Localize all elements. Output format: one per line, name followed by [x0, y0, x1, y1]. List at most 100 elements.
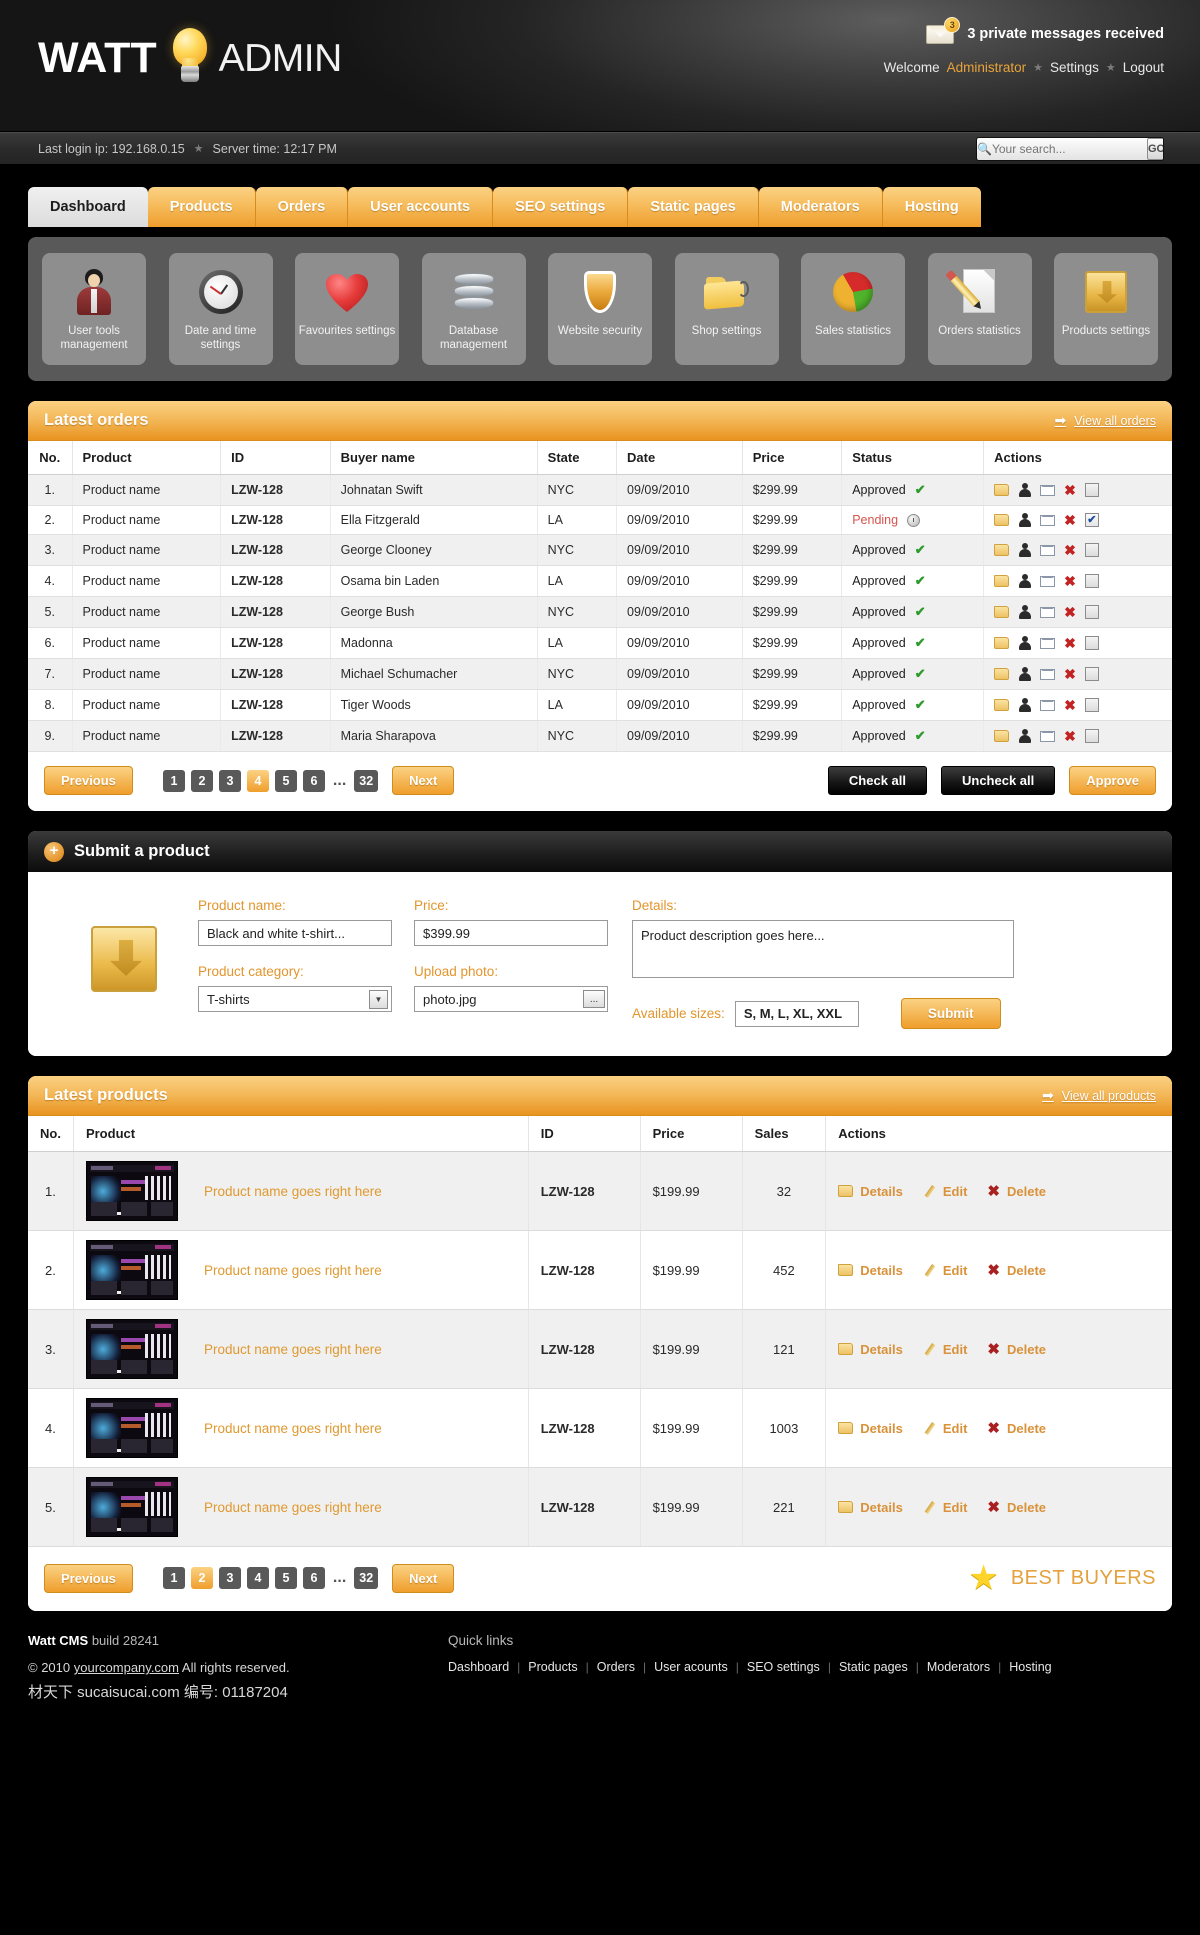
user-profile-icon[interactable]	[1018, 698, 1032, 712]
approve-button[interactable]: Approve	[1069, 766, 1156, 795]
send-mail-icon[interactable]	[1040, 484, 1056, 496]
delete-icon[interactable]: ✖	[1064, 636, 1076, 650]
delete-action[interactable]: ✖ Delete	[987, 1184, 1046, 1199]
footer-link-dashboard[interactable]: Dashboard	[448, 1660, 509, 1674]
page-4-button[interactable]: 4	[246, 1567, 269, 1589]
page-3-button[interactable]: 3	[218, 769, 241, 792]
details-action[interactable]: Details	[838, 1500, 903, 1515]
page-6-button[interactable]: 6	[302, 1567, 325, 1589]
row-checkbox[interactable]	[1084, 574, 1099, 588]
delete-icon[interactable]: ✖	[1064, 698, 1076, 712]
page-1-button[interactable]: 1	[162, 1567, 185, 1589]
row-checkbox[interactable]	[1084, 729, 1099, 743]
delete-action[interactable]: ✖ Delete	[987, 1263, 1046, 1278]
footer-link-seo-settings[interactable]: SEO settings	[747, 1660, 820, 1674]
delete-action[interactable]: ✖ Delete	[987, 1342, 1046, 1357]
details-action[interactable]: Details	[838, 1342, 903, 1357]
shortcut-shop-settings[interactable]: Shop settings	[674, 253, 779, 365]
tab-static-pages[interactable]: Static pages	[628, 187, 759, 227]
products-next-button[interactable]: Next	[392, 1563, 455, 1593]
delete-icon[interactable]: ✖	[1064, 483, 1076, 497]
user-profile-icon[interactable]	[1018, 636, 1032, 650]
details-textarea[interactable]: Product description goes here...	[632, 920, 1014, 978]
product-name-link[interactable]: Product name goes right here	[204, 1500, 382, 1515]
products-previous-button[interactable]: Previous	[44, 1563, 133, 1593]
shortcut-sales-statistics[interactable]: Sales statistics	[801, 253, 905, 365]
delete-icon[interactable]: ✖	[1064, 543, 1076, 557]
search-input[interactable]	[991, 142, 1147, 156]
row-checkbox[interactable]	[1084, 483, 1099, 497]
user-profile-icon[interactable]	[1018, 574, 1032, 588]
row-checkbox[interactable]	[1084, 636, 1099, 650]
product-name-link[interactable]: Product name goes right here	[204, 1421, 382, 1436]
delete-icon[interactable]: ✖	[1064, 574, 1076, 588]
row-checkbox[interactable]: ✔	[1084, 513, 1099, 527]
tab-hosting[interactable]: Hosting	[882, 187, 981, 227]
send-mail-icon[interactable]	[1040, 606, 1056, 618]
product-thumbnail[interactable]	[85, 1477, 178, 1537]
shortcut-database-management[interactable]: Database management	[421, 253, 526, 365]
delete-icon[interactable]: ✖	[1064, 605, 1076, 619]
edit-action[interactable]: Edit	[923, 1500, 968, 1515]
footer-link-user-acounts[interactable]: User acounts	[654, 1660, 728, 1674]
uncheck-all-button[interactable]: Uncheck all	[941, 766, 1056, 795]
product-name-link[interactable]: Product name goes right here	[204, 1184, 382, 1199]
details-folder-icon[interactable]	[994, 575, 1010, 587]
row-checkbox[interactable]	[1084, 605, 1099, 619]
page-5-button[interactable]: 5	[274, 769, 297, 792]
details-folder-icon[interactable]	[994, 668, 1010, 680]
row-checkbox[interactable]	[1084, 543, 1099, 557]
details-folder-icon[interactable]	[994, 484, 1010, 496]
tab-orders[interactable]: Orders	[255, 187, 349, 227]
shortcut-favourites-settings[interactable]: Favourites settings	[295, 253, 399, 365]
footer-link-static-pages[interactable]: Static pages	[839, 1660, 908, 1674]
row-checkbox[interactable]	[1084, 667, 1099, 681]
settings-link[interactable]: Settings	[1050, 60, 1099, 75]
page-3-button[interactable]: 3	[218, 1567, 241, 1589]
details-folder-icon[interactable]	[994, 730, 1010, 742]
footer-link-hosting[interactable]: Hosting	[1009, 1660, 1051, 1674]
send-mail-icon[interactable]	[1040, 575, 1056, 587]
tab-products[interactable]: Products	[147, 187, 256, 227]
product-thumbnail[interactable]	[85, 1398, 178, 1458]
tab-dashboard[interactable]: Dashboard	[28, 187, 148, 227]
orders-next-button[interactable]: Next	[392, 766, 455, 795]
shortcut-orders-statistics[interactable]: Orders statistics	[927, 253, 1032, 365]
check-all-button[interactable]: Check all	[827, 766, 927, 795]
details-action[interactable]: Details	[838, 1421, 903, 1436]
user-profile-icon[interactable]	[1018, 483, 1032, 497]
logo[interactable]: WATT ADMIN	[38, 28, 342, 88]
price-input[interactable]	[414, 920, 608, 946]
product-name-input[interactable]	[198, 920, 392, 946]
product-thumbnail[interactable]	[85, 1240, 178, 1300]
delete-action[interactable]: ✖ Delete	[987, 1500, 1046, 1515]
details-folder-icon[interactable]	[994, 699, 1010, 711]
footer-link-moderators[interactable]: Moderators	[927, 1660, 990, 1674]
search-go-button[interactable]: GO	[1146, 138, 1163, 160]
upload-photo-input[interactable]	[414, 986, 608, 1012]
product-name-link[interactable]: Product name goes right here	[204, 1263, 382, 1278]
user-profile-icon[interactable]	[1018, 729, 1032, 743]
details-folder-icon[interactable]	[994, 606, 1010, 618]
shortcut-website-security[interactable]: Website security	[548, 253, 652, 365]
send-mail-icon[interactable]	[1040, 637, 1056, 649]
tab-moderators[interactable]: Moderators	[758, 187, 883, 227]
edit-action[interactable]: Edit	[923, 1184, 968, 1199]
send-mail-icon[interactable]	[1040, 730, 1056, 742]
footer-link-products[interactable]: Products	[528, 1660, 577, 1674]
browse-file-button[interactable]: ...	[583, 990, 605, 1008]
details-action[interactable]: Details	[838, 1263, 903, 1278]
details-folder-icon[interactable]	[994, 514, 1010, 526]
view-all-products-link[interactable]: ➡ View all products	[1042, 1087, 1156, 1104]
row-checkbox[interactable]	[1084, 698, 1099, 712]
private-messages[interactable]: 3 3 private messages received	[884, 17, 1164, 46]
delete-icon[interactable]: ✖	[1064, 513, 1076, 527]
shortcut-date-and-time-settings[interactable]: Date and time settings	[168, 253, 273, 365]
page-6-button[interactable]: 6	[302, 769, 325, 792]
delete-icon[interactable]: ✖	[1064, 667, 1076, 681]
tab-seo-settings[interactable]: SEO settings	[493, 187, 629, 227]
send-mail-icon[interactable]	[1040, 699, 1056, 711]
product-category-select[interactable]: T-shirts ▼	[198, 986, 392, 1012]
page-4-button[interactable]: 4	[246, 769, 269, 792]
page-last-button[interactable]: 32	[354, 769, 379, 792]
